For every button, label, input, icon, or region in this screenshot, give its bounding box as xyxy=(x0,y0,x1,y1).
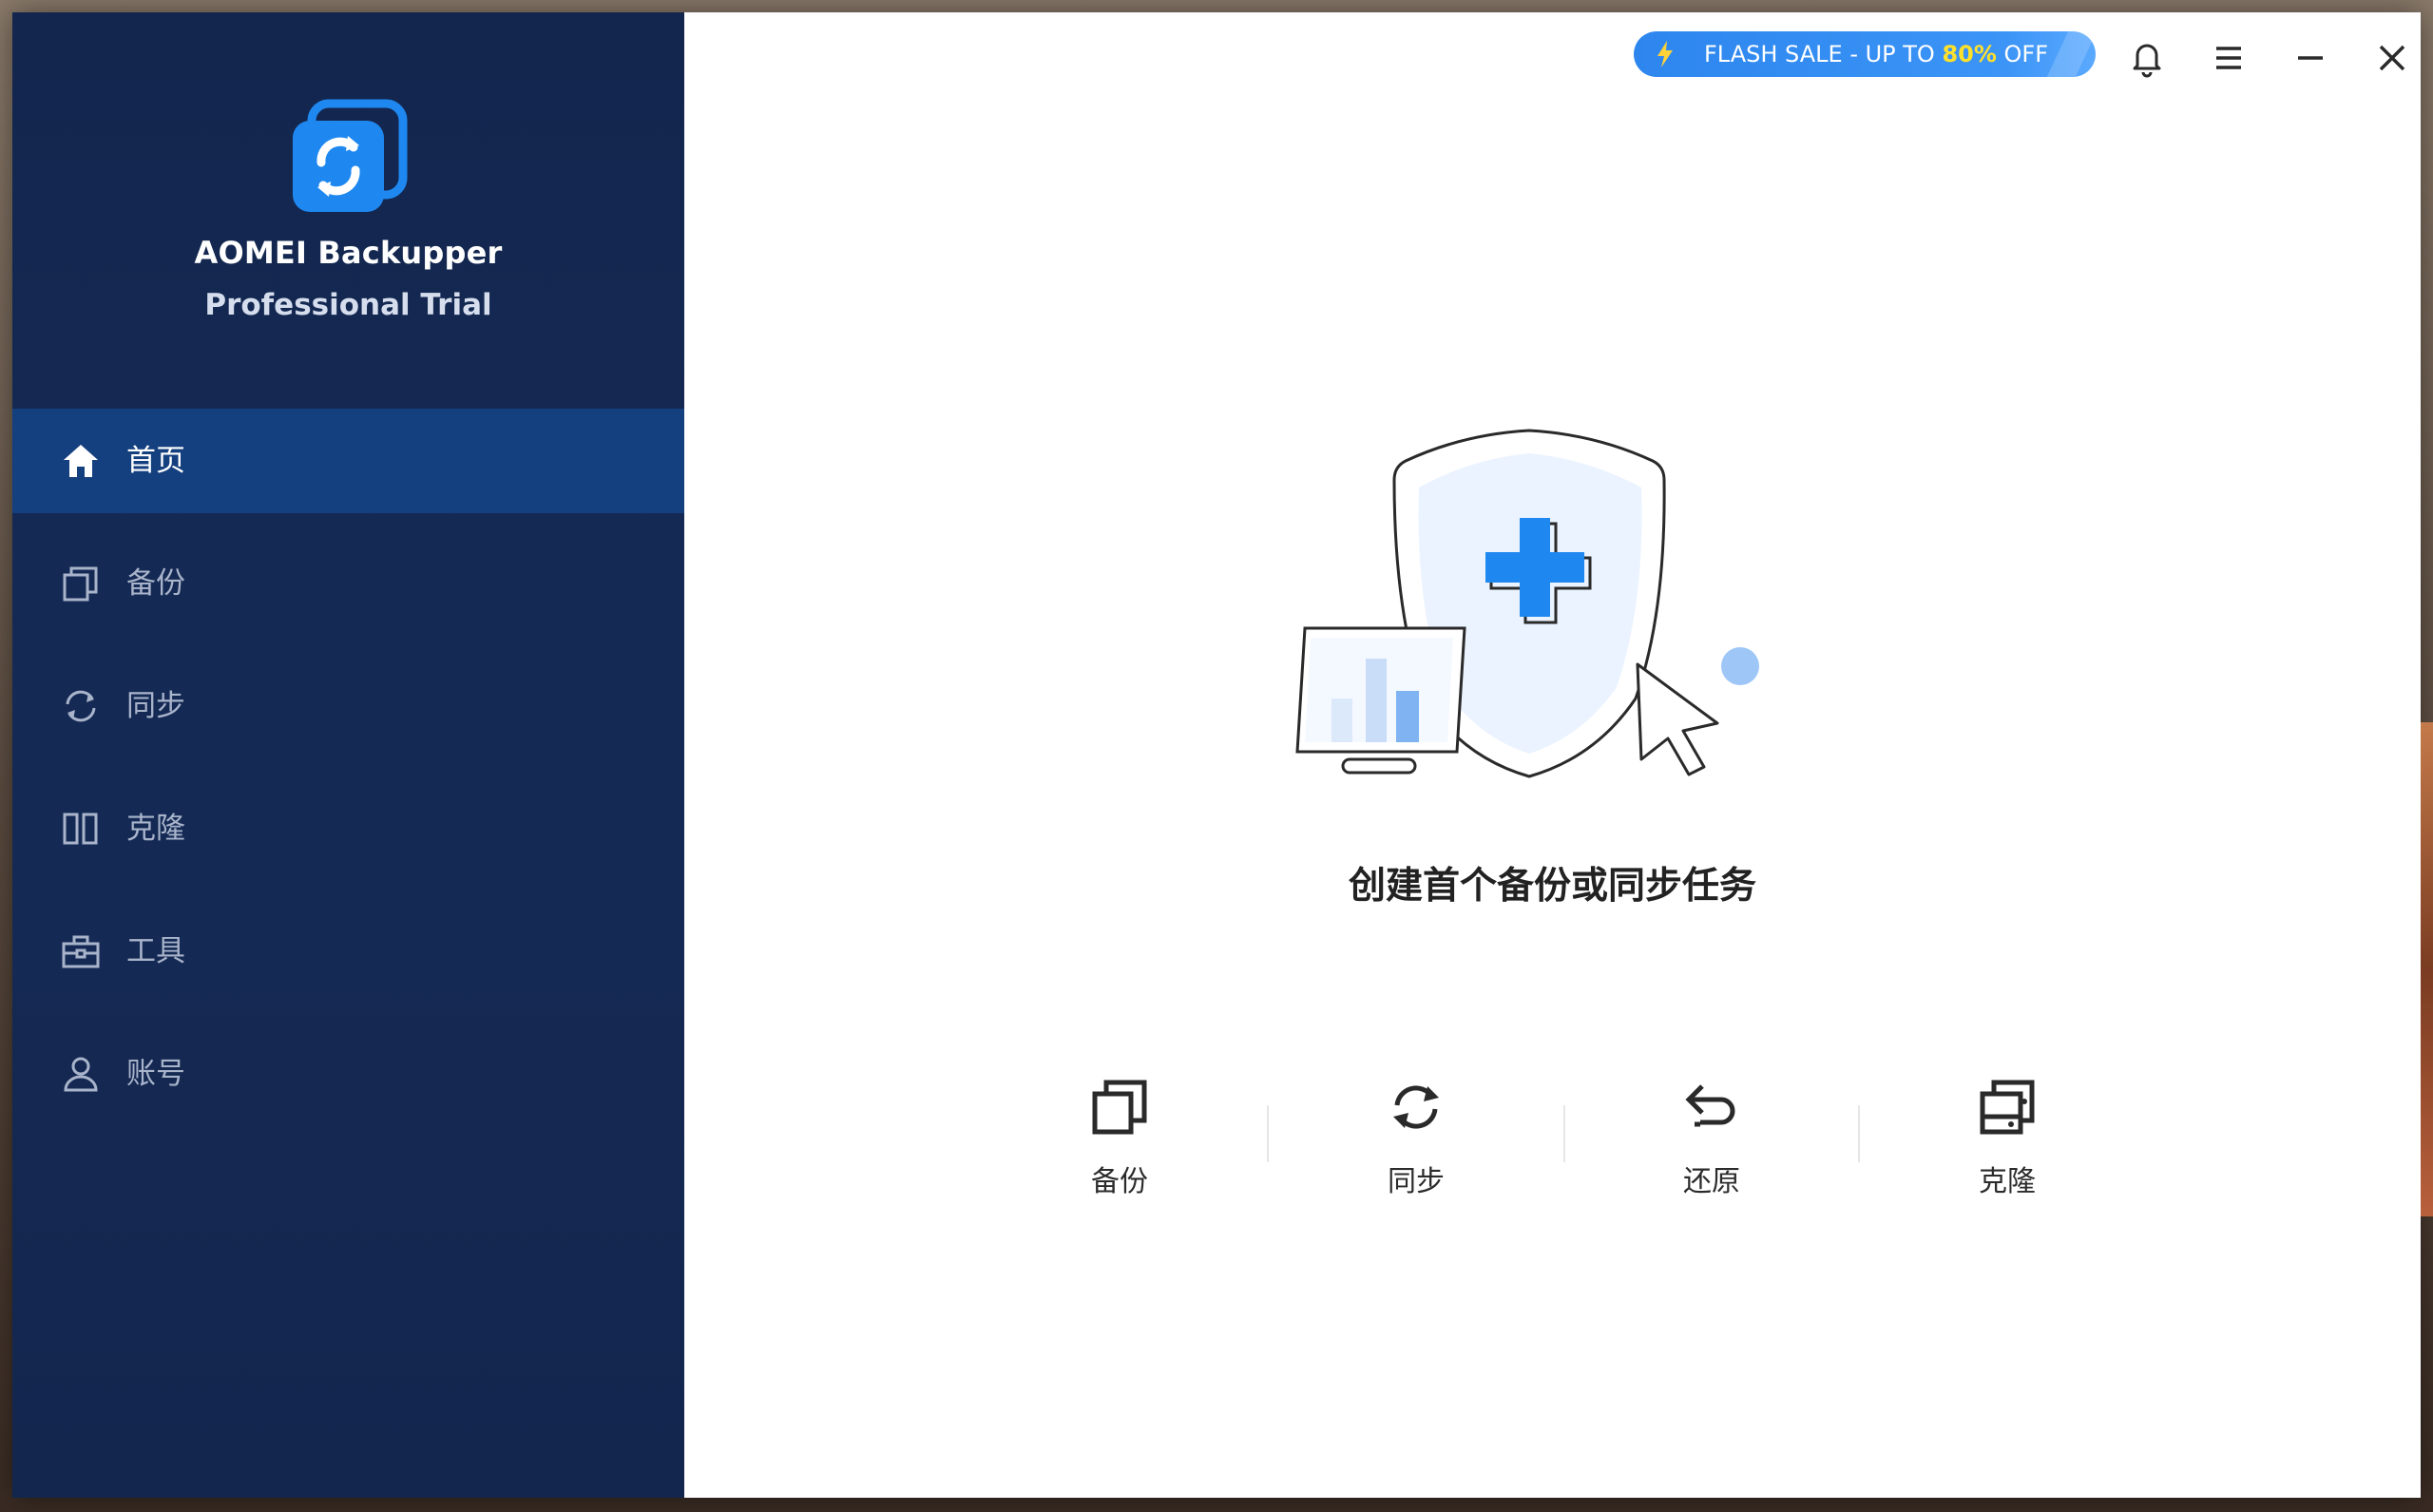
app-edition: Professional Trial xyxy=(204,288,492,322)
toolbox-icon xyxy=(62,935,100,968)
sidebar-item-label: 克隆 xyxy=(126,812,185,846)
promo-prefix: FLASH SALE - UP TO xyxy=(1704,41,1943,67)
sidebar-item-clone[interactable]: 克隆 xyxy=(12,776,684,881)
action-backup-button[interactable]: 备份 xyxy=(1039,1067,1200,1210)
close-icon[interactable] xyxy=(2371,37,2413,79)
quick-actions: 备份 同步 还原 克隆 xyxy=(1039,1067,2227,1210)
sidebar-item-backup[interactable]: 备份 xyxy=(12,531,684,636)
brand: AOMEI Backupper Professional Trial xyxy=(12,12,684,411)
sidebar-item-tools[interactable]: 工具 xyxy=(12,899,684,1004)
sidebar-item-label: 备份 xyxy=(126,566,185,601)
sidebar-item-label: 首页 xyxy=(126,444,185,478)
app-logo-icon xyxy=(293,99,408,212)
minimize-icon[interactable] xyxy=(2289,37,2331,79)
restore-icon xyxy=(1685,1084,1735,1127)
sidebar-item-sync[interactable]: 同步 xyxy=(12,654,684,758)
action-divider xyxy=(1563,1105,1565,1162)
backup-icon xyxy=(1092,1080,1147,1135)
app-window: AOMEI Backupper Professional Trial 首页 备份 xyxy=(12,12,2421,1498)
sidebar-item-label: 账号 xyxy=(126,1057,185,1091)
clone-icon xyxy=(1980,1080,2035,1135)
bell-icon[interactable] xyxy=(2126,37,2168,79)
sidebar-item-label: 工具 xyxy=(126,934,185,968)
sidebar-item-label: 同步 xyxy=(126,689,185,723)
promo-decoration xyxy=(2046,31,2096,77)
flash-sale-banner[interactable]: FLASH SALE - UP TO 80% OFF xyxy=(1634,31,2096,77)
desktop-background xyxy=(2421,722,2433,1216)
action-label: 同步 xyxy=(1388,1165,1445,1198)
promo-discount: 80% xyxy=(1942,41,1997,67)
backup-icon xyxy=(63,566,98,602)
protection-illustration xyxy=(1295,429,1759,778)
action-divider xyxy=(1267,1105,1269,1162)
action-label: 备份 xyxy=(1091,1165,1148,1198)
action-clone-button[interactable]: 克隆 xyxy=(1926,1067,2088,1210)
action-restore-button[interactable]: 还原 xyxy=(1631,1067,1792,1210)
sync-icon xyxy=(1393,1085,1439,1129)
action-label: 克隆 xyxy=(1979,1165,2036,1198)
user-icon xyxy=(64,1057,98,1092)
action-divider xyxy=(1858,1105,1860,1162)
clone-icon xyxy=(63,813,98,845)
sidebar-item-home[interactable]: 首页 xyxy=(12,409,684,513)
flash-sale-text: FLASH SALE - UP TO 80% OFF xyxy=(1704,41,2048,67)
sync-icon xyxy=(66,690,96,722)
sidebar: AOMEI Backupper Professional Trial 首页 备份 xyxy=(12,12,684,1498)
page-headline: 创建首个备份或同步任务 xyxy=(1348,865,1756,908)
home-icon xyxy=(64,445,98,477)
lightning-icon xyxy=(1657,41,1673,67)
promo-suffix: OFF xyxy=(1996,41,2049,67)
action-sync-button[interactable]: 同步 xyxy=(1335,1067,1497,1210)
action-label: 还原 xyxy=(1683,1165,1740,1198)
app-name: AOMEI Backupper xyxy=(194,235,503,271)
menu-icon[interactable] xyxy=(2208,37,2250,79)
sidebar-item-account[interactable]: 账号 xyxy=(12,1022,684,1126)
sidebar-nav: 首页 备份 同步 克隆 工具 账号 xyxy=(12,409,684,1144)
